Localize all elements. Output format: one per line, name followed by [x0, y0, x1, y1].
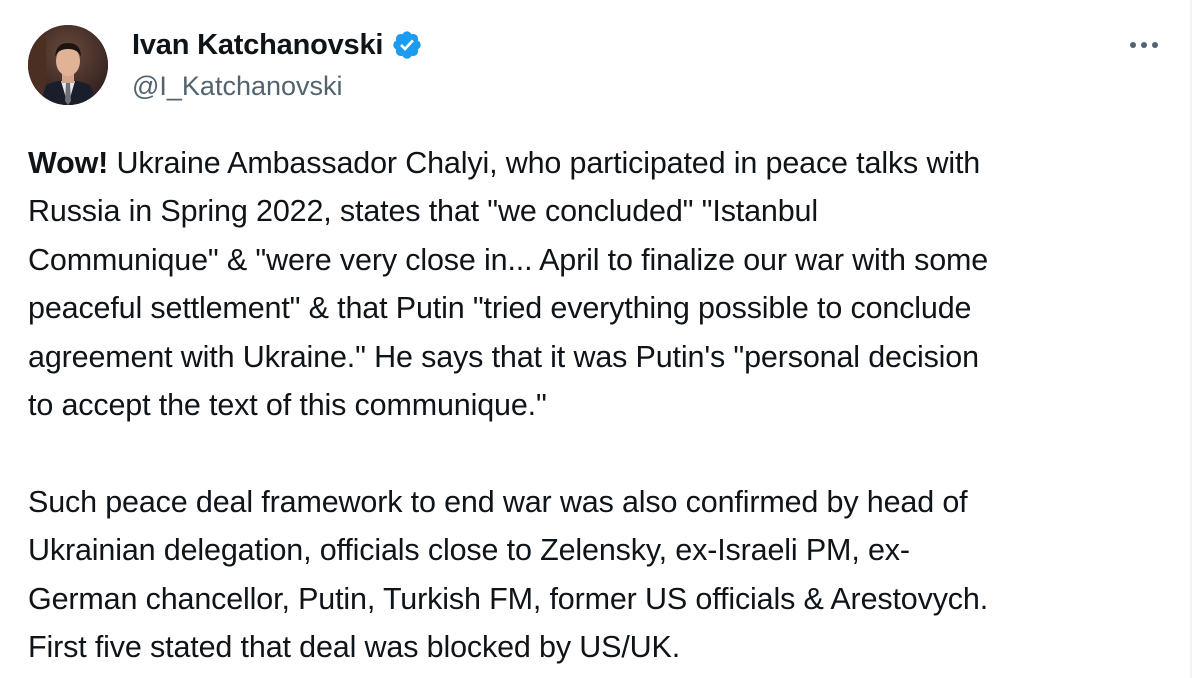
- author-display-name[interactable]: Ivan Katchanovski: [132, 28, 383, 62]
- author-handle[interactable]: @I_Katchanovski: [132, 70, 343, 102]
- verified-badge-icon: [391, 29, 423, 61]
- tweet-paragraph-1: Wow! Ukraine Ambassador Chalyi, who part…: [28, 139, 1158, 429]
- tweet-line: peaceful settlement" & that Putin "tried…: [28, 291, 972, 326]
- tweet-line: German chancellor, Putin, Turkish FM, fo…: [28, 581, 989, 616]
- tweet-line: agreement with Ukraine." He says that it…: [28, 339, 979, 374]
- author-name-row: Ivan Katchanovski: [132, 28, 423, 62]
- profile-photo: [28, 25, 108, 105]
- more-horizontal-icon: [1130, 42, 1158, 48]
- tweet-bold-intro: Wow!: [28, 146, 109, 180]
- more-options-button[interactable]: [1122, 30, 1166, 60]
- tweet-card: Ivan Katchanovski @I_Katchanovski Wow! U…: [0, 0, 1192, 678]
- tweet-line: Such peace deal framework to end war was…: [28, 484, 968, 519]
- tweet-line: Russia in Spring 2022, states that "we c…: [28, 194, 818, 229]
- tweet-line: Communique" & "were very close in... Apr…: [28, 242, 989, 277]
- tweet-line: First five stated that deal was blocked …: [28, 630, 681, 665]
- tweet-text: Wow! Ukraine Ambassador Chalyi, who part…: [28, 139, 1158, 671]
- tweet-line: Ukrainian delegation, officials close to…: [28, 533, 910, 568]
- tweet-line: Ukraine Ambassador Chalyi, who participa…: [108, 146, 981, 180]
- avatar[interactable]: [28, 25, 108, 105]
- tweet-paragraph-2: Such peace deal framework to end war was…: [28, 478, 1158, 672]
- tweet-line: to accept the text of this communique.": [28, 388, 547, 423]
